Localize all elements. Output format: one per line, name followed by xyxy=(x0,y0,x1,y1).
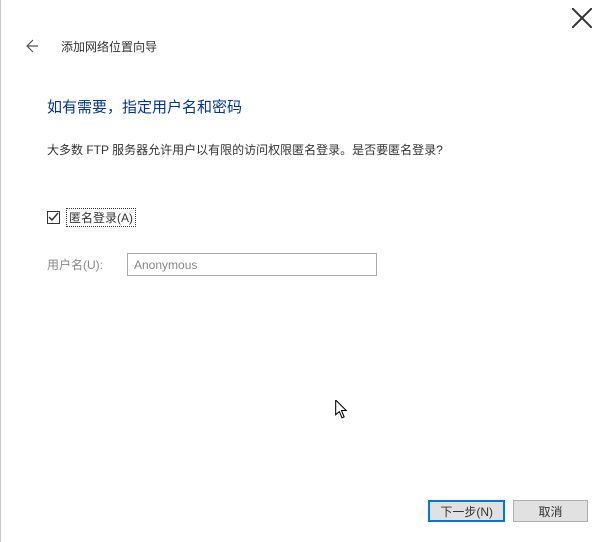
anonymous-login-row: 匿名登录(A) xyxy=(47,208,564,227)
anonymous-login-label[interactable]: 匿名登录(A) xyxy=(66,208,136,227)
next-button[interactable]: 下一步(N) xyxy=(428,500,505,522)
wizard-title: 添加网络位置向导 xyxy=(61,38,157,55)
close-button[interactable] xyxy=(572,8,592,28)
back-button[interactable] xyxy=(21,36,41,56)
anonymous-login-checkbox[interactable] xyxy=(47,211,60,224)
username-row: 用户名(U): xyxy=(47,253,564,276)
footer-buttons: 下一步(N) 取消 xyxy=(428,500,588,522)
header: 添加网络位置向导 xyxy=(1,0,610,56)
username-label: 用户名(U): xyxy=(47,256,127,273)
wizard-window: 添加网络位置向导 如有需要，指定用户名和密码 大多数 FTP 服务器允许用户以有… xyxy=(0,0,610,542)
back-arrow-icon xyxy=(23,38,39,54)
mouse-cursor xyxy=(334,400,350,423)
page-heading: 如有需要，指定用户名和密码 xyxy=(47,96,564,117)
checkmark-icon xyxy=(48,212,59,223)
close-icon xyxy=(572,8,592,28)
description-text: 大多数 FTP 服务器允许用户以有限的访问权限匿名登录。是否要匿名登录? xyxy=(47,141,564,158)
username-input[interactable] xyxy=(127,253,377,276)
cancel-button[interactable]: 取消 xyxy=(513,500,588,522)
content-area: 如有需要，指定用户名和密码 大多数 FTP 服务器允许用户以有限的访问权限匿名登… xyxy=(1,56,610,276)
